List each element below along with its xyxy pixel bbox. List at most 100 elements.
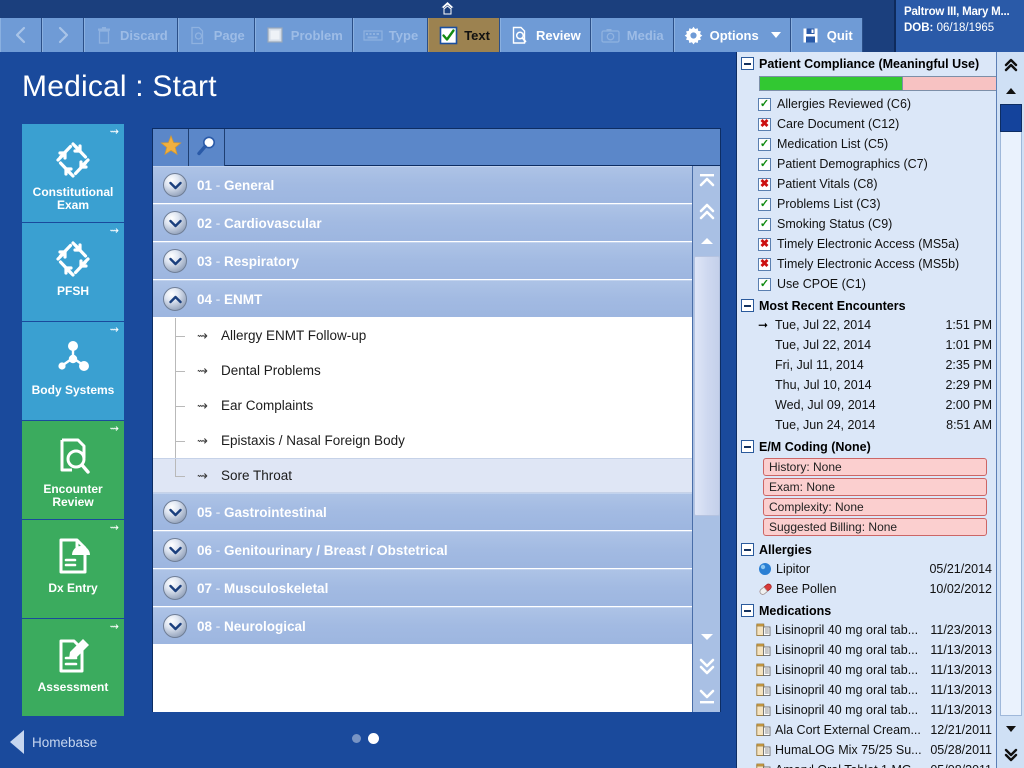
encounters-section-header[interactable]: Most Recent Encounters bbox=[741, 296, 997, 315]
sidebar-item-pfsh[interactable]: ⇝ PFSH bbox=[22, 223, 124, 321]
goto-arrow-icon[interactable]: ⇝ bbox=[110, 424, 119, 435]
medication-row[interactable]: Lisinopril 40 mg oral tab... 11/13/2013 bbox=[741, 660, 997, 680]
home-icon[interactable] bbox=[440, 1, 455, 18]
scroll-down-button[interactable] bbox=[693, 622, 721, 652]
medication-row[interactable]: Amaryl Oral Tablet 1 MG 05/08/2011 bbox=[741, 760, 997, 768]
allergy-row[interactable]: Lipitor 05/21/2014 bbox=[741, 559, 997, 579]
compliance-item[interactable]: ✓ Allergies Reviewed (C6) bbox=[741, 94, 997, 114]
compliance-item[interactable]: ✖ Patient Vitals (C8) bbox=[741, 174, 997, 194]
scrollbar-track[interactable] bbox=[997, 104, 1024, 716]
goto-arrow-icon[interactable]: ⇝ bbox=[110, 523, 119, 534]
collapse-icon[interactable] bbox=[741, 299, 754, 312]
main-scrollbar[interactable] bbox=[692, 166, 720, 712]
compliance-item[interactable]: ✓ Use CPOE (C1) bbox=[741, 274, 997, 294]
scrollbar-thumb[interactable] bbox=[693, 256, 720, 516]
sidebar-item-assessment[interactable]: ⇝ Assessment bbox=[22, 619, 124, 717]
goto-arrow-icon[interactable]: ⇝ bbox=[110, 226, 119, 237]
compliance-item[interactable]: ✓ Problems List (C3) bbox=[741, 194, 997, 214]
scroll-page-up-button[interactable] bbox=[693, 196, 721, 226]
collapse-icon[interactable] bbox=[741, 440, 754, 453]
sidebar-item-constitutional-exam[interactable]: ⇝ Constitutional Exam bbox=[22, 124, 124, 222]
media-button[interactable]: Media bbox=[590, 18, 674, 52]
page-dot-active[interactable] bbox=[368, 733, 379, 744]
goto-arrow-icon[interactable]: ⇝ bbox=[110, 325, 119, 336]
medication-row[interactable]: Lisinopril 40 mg oral tab... 11/13/2013 bbox=[741, 640, 997, 660]
forward-button[interactable] bbox=[42, 18, 84, 52]
compliance-item[interactable]: ✓ Smoking Status (C9) bbox=[741, 214, 997, 234]
scroll-page-down-button[interactable] bbox=[693, 652, 721, 682]
medication-row[interactable]: Ala Cort External Cream... 12/21/2011 bbox=[741, 720, 997, 740]
medications-section-header[interactable]: Medications bbox=[741, 601, 997, 620]
back-button[interactable] bbox=[0, 18, 42, 52]
favorites-tab[interactable] bbox=[153, 129, 189, 166]
scrollbar-thumb[interactable] bbox=[999, 104, 1022, 132]
chevron-up-icon[interactable] bbox=[163, 287, 187, 311]
scroll-up-button[interactable] bbox=[997, 78, 1024, 104]
scroll-down-button[interactable] bbox=[997, 716, 1024, 742]
text-button[interactable]: Text bbox=[428, 18, 500, 52]
allergy-row[interactable]: Bee Pollen 10/02/2012 bbox=[741, 579, 997, 599]
options-button[interactable]: Options bbox=[673, 18, 791, 52]
page-dot[interactable] bbox=[352, 734, 361, 743]
compliance-item[interactable]: ✓ Medication List (C5) bbox=[741, 134, 997, 154]
medication-row[interactable]: Lisinopril 40 mg oral tab... 11/13/2013 bbox=[741, 680, 997, 700]
em-coding-row[interactable]: Complexity: None bbox=[763, 498, 987, 516]
encounter-row[interactable]: Tue, Jul 22, 2014 1:01 PM bbox=[741, 335, 997, 355]
patient-summary-scrollbar[interactable] bbox=[996, 52, 1024, 768]
tree-leaf-row[interactable]: ⇝ Epistaxis / Nasal Foreign Body bbox=[153, 423, 693, 458]
tree-leaf-row[interactable]: ⇝ Allergy ENMT Follow-up bbox=[153, 318, 693, 353]
tree-group-row[interactable]: 05 - Gastrointestinal bbox=[153, 493, 693, 531]
patient-info-panel[interactable]: Paltrow III, Mary M... DOB: 06/18/1965 bbox=[894, 0, 1024, 52]
chevron-down-icon[interactable] bbox=[163, 249, 187, 273]
chevron-down-icon[interactable] bbox=[163, 614, 187, 638]
em-coding-section-header[interactable]: E/M Coding (None) bbox=[741, 437, 997, 456]
quit-button[interactable]: Quit bbox=[790, 18, 863, 52]
scroll-to-bottom-button[interactable] bbox=[693, 682, 721, 712]
collapse-icon[interactable] bbox=[741, 543, 754, 556]
sidebar-item-body-systems[interactable]: ⇝ Body Systems bbox=[22, 322, 124, 420]
allergies-section-header[interactable]: Allergies bbox=[741, 540, 997, 559]
goto-arrow-icon[interactable]: ⇝ bbox=[110, 622, 119, 633]
tree-group-row-expanded[interactable]: 04 - ENMT bbox=[153, 280, 693, 318]
search-tab[interactable] bbox=[189, 129, 225, 166]
scrollbar-track[interactable] bbox=[693, 256, 721, 622]
compliance-item[interactable]: ✖ Timely Electronic Access (MS5b) bbox=[741, 254, 997, 274]
discard-button[interactable]: Discard bbox=[84, 18, 178, 52]
em-coding-row[interactable]: History: None bbox=[763, 458, 987, 476]
em-coding-row[interactable]: Suggested Billing: None bbox=[763, 518, 987, 536]
medication-row[interactable]: Lisinopril 40 mg oral tab... 11/23/2013 bbox=[741, 620, 997, 640]
encounter-row[interactable]: Fri, Jul 11, 2014 2:35 PM bbox=[741, 355, 997, 375]
review-button[interactable]: Review bbox=[499, 18, 591, 52]
scroll-page-up-button[interactable] bbox=[997, 52, 1024, 78]
homebase-button[interactable]: Homebase bbox=[10, 730, 97, 754]
tree-leaf-row[interactable]: ⇝ Ear Complaints bbox=[153, 388, 693, 423]
em-coding-row[interactable]: Exam: None bbox=[763, 478, 987, 496]
type-button[interactable]: Type bbox=[352, 18, 429, 52]
tree-leaf-row[interactable]: ⇝ Dental Problems bbox=[153, 353, 693, 388]
compliance-item[interactable]: ✖ Timely Electronic Access (MS5a) bbox=[741, 234, 997, 254]
chevron-down-icon[interactable] bbox=[163, 500, 187, 524]
chevron-down-icon[interactable] bbox=[770, 32, 781, 38]
chevron-down-icon[interactable] bbox=[163, 211, 187, 235]
tree-leaf-row-selected[interactable]: ⇝ Sore Throat bbox=[153, 458, 693, 493]
chevron-down-icon[interactable] bbox=[163, 173, 187, 197]
encounter-row-current[interactable]: ➞ Tue, Jul 22, 2014 1:51 PM bbox=[741, 315, 997, 335]
encounter-row[interactable]: Thu, Jul 10, 2014 2:29 PM bbox=[741, 375, 997, 395]
medication-row[interactable]: HumaLOG Mix 75/25 Su... 05/28/2011 bbox=[741, 740, 997, 760]
chevron-down-icon[interactable] bbox=[163, 538, 187, 562]
tree-group-row[interactable]: 03 - Respiratory bbox=[153, 242, 693, 280]
collapse-icon[interactable] bbox=[741, 604, 754, 617]
goto-arrow-icon[interactable]: ⇝ bbox=[110, 127, 119, 138]
problem-button[interactable]: Problem bbox=[254, 18, 353, 52]
sidebar-item-encounter-review[interactable]: ⇝ Encounter Review bbox=[22, 421, 124, 519]
encounter-row[interactable]: Tue, Jun 24, 2014 8:51 AM bbox=[741, 415, 997, 435]
encounter-row[interactable]: Wed, Jul 09, 2014 2:00 PM bbox=[741, 395, 997, 415]
tree-group-row[interactable]: 08 - Neurological bbox=[153, 607, 693, 645]
scroll-to-top-button[interactable] bbox=[693, 166, 721, 196]
tree-group-row[interactable]: 01 - General bbox=[153, 166, 693, 204]
page-button[interactable]: Page bbox=[177, 18, 255, 52]
sidebar-item-dx-entry[interactable]: ⇝ Dx Entry bbox=[22, 520, 124, 618]
medication-row[interactable]: Lisinopril 40 mg oral tab... 11/13/2013 bbox=[741, 700, 997, 720]
compliance-item[interactable]: ✓ Patient Demographics (C7) bbox=[741, 154, 997, 174]
compliance-section-header[interactable]: Patient Compliance (Meaningful Use) bbox=[741, 54, 997, 73]
